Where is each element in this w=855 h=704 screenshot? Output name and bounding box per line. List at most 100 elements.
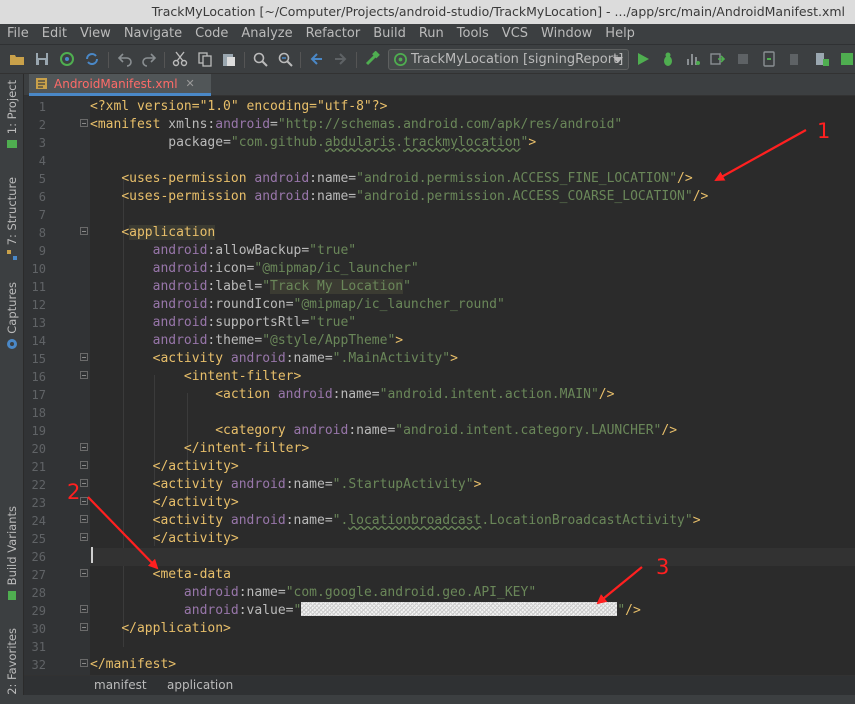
- toolbar-separator: [108, 52, 109, 68]
- tool-tab-project[interactable]: 1: Project: [2, 80, 22, 150]
- breadcrumb-manifest[interactable]: manifest: [94, 676, 147, 695]
- fold-marker-icon[interactable]: [80, 533, 88, 541]
- chevron-down-icon: [613, 57, 623, 63]
- line-number: 8: [38, 226, 46, 240]
- toolbar-separator: [244, 52, 245, 68]
- line-number: 17: [31, 388, 46, 402]
- menu-view[interactable]: View: [73, 24, 117, 44]
- fold-marker-icon[interactable]: [80, 119, 88, 127]
- line-number: 27: [31, 568, 46, 582]
- line-number: 28: [31, 586, 46, 600]
- code-line-13: android:supportsRtl="true": [152, 315, 357, 330]
- attach-icon[interactable]: [709, 51, 725, 67]
- code-line-26-current: [90, 548, 855, 566]
- sync-icon[interactable]: [59, 51, 75, 67]
- undo-icon[interactable]: [117, 51, 133, 67]
- sdk-manager-icon[interactable]: [814, 51, 830, 67]
- menu-edit[interactable]: Edit: [35, 24, 73, 44]
- cut-icon[interactable]: [172, 51, 188, 67]
- tool-tab-structure[interactable]: 7: Structure: [2, 177, 22, 261]
- code-line-19: <category android:name="android.intent.c…: [215, 423, 678, 438]
- line-number: 19: [31, 424, 46, 438]
- code-line-27: <meta-data: [152, 567, 231, 582]
- file-tab-androidmanifest[interactable]: AndroidManifest.xml ✕: [29, 74, 211, 96]
- menu-refactor[interactable]: Refactor: [299, 24, 367, 44]
- tool-tab-captures-label: Captures: [5, 282, 19, 334]
- tool-tab-captures[interactable]: Captures: [2, 282, 22, 350]
- menu-analyze[interactable]: Analyze: [234, 24, 298, 44]
- redo-icon[interactable]: [141, 51, 157, 67]
- device-icon[interactable]: [761, 51, 777, 67]
- find-icon[interactable]: [252, 51, 268, 67]
- line-number: 4: [38, 154, 46, 168]
- line-number: 10: [31, 262, 46, 276]
- code-line-32: </manifest>: [90, 657, 177, 672]
- menu-file[interactable]: File: [0, 24, 35, 44]
- window-title-bar: TrackMyLocation [~/Computer/Projects/and…: [0, 0, 855, 24]
- left-tool-window-strip: 1: Project 7: Structure Captures Build V…: [0, 74, 24, 704]
- debug-icon[interactable]: [660, 51, 676, 67]
- menu-run[interactable]: Run: [412, 24, 450, 44]
- toolbar-separator: [300, 52, 301, 68]
- file-tab-label: AndroidManifest.xml: [54, 76, 178, 91]
- fold-marker-icon[interactable]: [80, 227, 88, 235]
- back-icon[interactable]: [308, 51, 324, 67]
- annotation-number-3: 3: [656, 555, 670, 579]
- code-line-16: <intent-filter>: [183, 369, 302, 384]
- fold-marker-icon[interactable]: [80, 515, 88, 523]
- line-number: 12: [31, 298, 46, 312]
- profile-icon[interactable]: [685, 51, 701, 67]
- tool-tab-favorites[interactable]: 2: Favorites: [2, 628, 22, 695]
- build-icon[interactable]: [364, 51, 380, 67]
- tool-tab-project-label: 1: Project: [5, 80, 19, 135]
- line-number: 26: [31, 550, 46, 564]
- line-number: 30: [31, 622, 46, 636]
- tool-tab-build-variants[interactable]: Build Variants: [2, 506, 22, 601]
- avd-icon[interactable]: [786, 51, 802, 67]
- fold-marker-icon[interactable]: [80, 623, 88, 631]
- save-icon[interactable]: [34, 51, 50, 67]
- structure-icon: [7, 250, 17, 261]
- menu-help[interactable]: Help: [598, 24, 641, 44]
- fold-marker-icon[interactable]: [80, 443, 88, 451]
- line-number: 31: [31, 640, 46, 654]
- fold-marker-icon[interactable]: [80, 569, 88, 577]
- replace-icon[interactable]: [277, 51, 293, 67]
- copy-icon[interactable]: [197, 51, 213, 67]
- stop-icon[interactable]: [735, 51, 751, 67]
- android-config-icon: [393, 52, 408, 71]
- menu-tools[interactable]: Tools: [450, 24, 495, 44]
- menu-window[interactable]: Window: [534, 24, 598, 44]
- code-line-21: </activity>: [152, 459, 239, 474]
- paste-icon[interactable]: [221, 51, 237, 67]
- code-editor[interactable]: <?xml version="1.0" encoding="utf-8"?> <…: [90, 96, 855, 675]
- code-line-29: android:value=" "/>: [183, 602, 641, 618]
- refresh-icon[interactable]: [84, 51, 100, 67]
- menu-vcs[interactable]: VCS: [495, 24, 534, 44]
- fold-marker-icon[interactable]: [80, 497, 88, 505]
- run-configuration-dropdown[interactable]: TrackMyLocation [signingReport]: [388, 49, 629, 70]
- android-device-monitor-icon[interactable]: [839, 51, 855, 67]
- code-line-2: <manifest xmlns:android="http://schemas.…: [90, 117, 623, 132]
- fold-marker-icon[interactable]: [80, 353, 88, 361]
- menu-build[interactable]: Build: [366, 24, 412, 44]
- run-icon[interactable]: [635, 51, 651, 67]
- fold-marker-icon[interactable]: [80, 605, 88, 613]
- code-line-6: <uses-permission android:name="android.p…: [121, 189, 709, 204]
- forward-icon[interactable]: [333, 51, 349, 67]
- fold-marker-icon[interactable]: [80, 659, 88, 667]
- line-number: 25: [31, 532, 46, 546]
- fold-marker-icon[interactable]: [80, 371, 88, 379]
- close-icon[interactable]: ✕: [186, 77, 195, 90]
- breadcrumb-application[interactable]: application: [167, 676, 233, 695]
- captures-icon: [7, 338, 17, 349]
- line-number: 16: [31, 370, 46, 384]
- line-number: 13: [31, 316, 46, 330]
- code-line-22: <activity android:name=".StartupActivity…: [152, 477, 482, 492]
- menu-navigate[interactable]: Navigate: [117, 24, 188, 44]
- fold-marker-icon[interactable]: [80, 479, 88, 487]
- line-number: 11: [31, 280, 46, 294]
- open-icon[interactable]: [9, 51, 25, 67]
- fold-marker-icon[interactable]: [80, 461, 88, 469]
- menu-code[interactable]: Code: [188, 24, 234, 44]
